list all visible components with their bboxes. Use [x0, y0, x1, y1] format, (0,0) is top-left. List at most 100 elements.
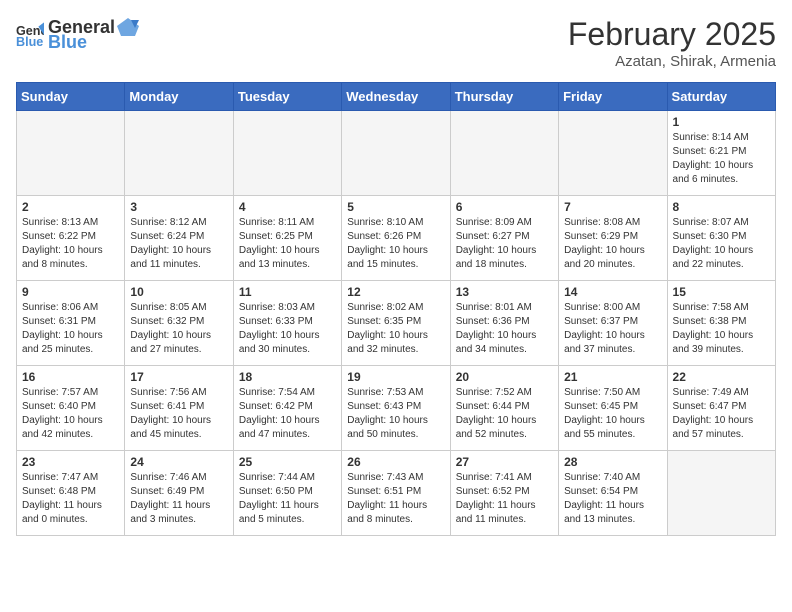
logo-icon: General Blue — [16, 21, 44, 49]
day-headers-row: SundayMondayTuesdayWednesdayThursdayFrid… — [17, 83, 776, 111]
day-info: Sunrise: 8:01 AM Sunset: 6:36 PM Dayligh… — [456, 301, 553, 357]
calendar-cell: 5Sunrise: 8:10 AM Sunset: 6:26 PM Daylig… — [342, 196, 450, 281]
calendar-cell: 19 Sunrise: 7:53 AM Sunset: 6:43 PM Dayli… — [342, 366, 450, 451]
day-info: Sunrise: 7:54 AM Sunset: 6:42 PM Dayligh… — [239, 386, 336, 442]
calendar-cell — [17, 111, 125, 196]
calendar-cell: 27 Sunrise: 7:41 AM Sunset: 6:52 PM Dayli… — [450, 451, 558, 536]
day-number: 12 — [347, 285, 444, 299]
day-number: 2 — [22, 200, 119, 214]
header: General Blue General Blue February 2025 … — [16, 16, 776, 70]
day-info: Sunrise: 7:58 AM Sunset: 6:38 PM Dayligh… — [673, 301, 770, 357]
calendar-cell: 7 Sunrise: 8:08 AM Sunset: 6:29 PM Daylig… — [559, 196, 667, 281]
calendar-cell: 12 Sunrise: 8:02 AM Sunset: 6:35 PM Dayli… — [342, 281, 450, 366]
title-area: February 2025 Azatan, Shirak, Armenia — [568, 16, 776, 70]
day-info: Sunrise: 7:52 AM Sunset: 6:44 PM Dayligh… — [456, 386, 553, 442]
calendar-cell: 17 Sunrise: 7:56 AM Sunset: 6:41 PM Dayli… — [125, 366, 233, 451]
day-number: 22 — [673, 370, 770, 384]
day-info: Sunrise: 8:05 AM Sunset: 6:32 PM Dayligh… — [130, 301, 227, 357]
calendar-cell — [342, 111, 450, 196]
day-header-monday: Monday — [125, 83, 233, 111]
week-row-2: 9 Sunrise: 8:06 AM Sunset: 6:31 PM Daylig… — [17, 281, 776, 366]
day-info: Sunrise: 8:09 AM Sunset: 6:27 PM Dayligh… — [456, 216, 553, 272]
day-info: Sunrise: 8:00 AM Sunset: 6:37 PM Dayligh… — [564, 301, 661, 357]
day-number: 21 — [564, 370, 661, 384]
calendar-cell — [125, 111, 233, 196]
day-info: Sunrise: 8:07 AM Sunset: 6:30 PM Dayligh… — [673, 216, 770, 272]
day-number: 10 — [130, 285, 227, 299]
day-number: 7 — [564, 200, 661, 214]
day-info: Sunrise: 8:08 AM Sunset: 6:29 PM Dayligh… — [564, 216, 661, 272]
day-number: 8 — [673, 200, 770, 214]
day-header-thursday: Thursday — [450, 83, 558, 111]
day-number: 6 — [456, 200, 553, 214]
subtitle: Azatan, Shirak, Armenia — [568, 53, 776, 70]
calendar-cell: 21 Sunrise: 7:50 AM Sunset: 6:45 PM Dayli… — [559, 366, 667, 451]
day-number: 13 — [456, 285, 553, 299]
day-info: Sunrise: 8:02 AM Sunset: 6:35 PM Dayligh… — [347, 301, 444, 357]
calendar-cell: 25Sunrise: 7:44 AM Sunset: 6:50 PM Dayli… — [233, 451, 341, 536]
day-info: Sunrise: 8:06 AM Sunset: 6:31 PM Dayligh… — [22, 301, 119, 357]
logo-bird-icon — [117, 16, 139, 38]
calendar-cell: 6 Sunrise: 8:09 AM Sunset: 6:27 PM Daylig… — [450, 196, 558, 281]
day-number: 11 — [239, 285, 336, 299]
calendar-cell: 28 Sunrise: 7:40 AM Sunset: 6:54 PM Dayli… — [559, 451, 667, 536]
calendar-cell — [233, 111, 341, 196]
day-number: 9 — [22, 285, 119, 299]
day-number: 27 — [456, 455, 553, 469]
day-number: 26 — [347, 455, 444, 469]
day-info: Sunrise: 7:53 AM Sunset: 6:43 PM Dayligh… — [347, 386, 444, 442]
day-number: 28 — [564, 455, 661, 469]
calendar-cell — [667, 451, 775, 536]
week-row-1: 2 Sunrise: 8:13 AM Sunset: 6:22 PM Daylig… — [17, 196, 776, 281]
day-header-saturday: Saturday — [667, 83, 775, 111]
main-title: February 2025 — [568, 16, 776, 53]
calendar-table: SundayMondayTuesdayWednesdayThursdayFrid… — [16, 82, 776, 536]
calendar-cell — [559, 111, 667, 196]
week-row-3: 16Sunrise: 7:57 AM Sunset: 6:40 PM Dayli… — [17, 366, 776, 451]
day-info: Sunrise: 8:10 AM Sunset: 6:26 PM Dayligh… — [347, 216, 444, 272]
day-header-tuesday: Tuesday — [233, 83, 341, 111]
calendar-cell: 26 Sunrise: 7:43 AM Sunset: 6:51 PM Dayli… — [342, 451, 450, 536]
day-info: Sunrise: 8:03 AM Sunset: 6:33 PM Dayligh… — [239, 301, 336, 357]
calendar-cell: 4Sunrise: 8:11 AM Sunset: 6:25 PM Daylig… — [233, 196, 341, 281]
logo: General Blue General Blue — [16, 16, 141, 53]
calendar-cell: 15 Sunrise: 7:58 AM Sunset: 6:38 PM Dayli… — [667, 281, 775, 366]
day-info: Sunrise: 8:13 AM Sunset: 6:22 PM Dayligh… — [22, 216, 119, 272]
day-info: Sunrise: 8:11 AM Sunset: 6:25 PM Dayligh… — [239, 216, 336, 272]
day-number: 18 — [239, 370, 336, 384]
day-header-sunday: Sunday — [17, 83, 125, 111]
calendar-cell: 18 Sunrise: 7:54 AM Sunset: 6:42 PM Dayli… — [233, 366, 341, 451]
day-number: 23 — [22, 455, 119, 469]
day-info: Sunrise: 7:40 AM Sunset: 6:54 PM Dayligh… — [564, 471, 661, 527]
calendar-cell: 11 Sunrise: 8:03 AM Sunset: 6:33 PM Dayli… — [233, 281, 341, 366]
calendar-cell: 9 Sunrise: 8:06 AM Sunset: 6:31 PM Daylig… — [17, 281, 125, 366]
day-number: 14 — [564, 285, 661, 299]
calendar-cell: 16Sunrise: 7:57 AM Sunset: 6:40 PM Dayli… — [17, 366, 125, 451]
day-number: 15 — [673, 285, 770, 299]
day-number: 3 — [130, 200, 227, 214]
calendar-cell: 22 Sunrise: 7:49 AM Sunset: 6:47 PM Dayli… — [667, 366, 775, 451]
day-info: Sunrise: 7:44 AM Sunset: 6:50 PM Dayligh… — [239, 471, 336, 527]
day-info: Sunrise: 7:46 AM Sunset: 6:49 PM Dayligh… — [130, 471, 227, 527]
day-info: Sunrise: 7:56 AM Sunset: 6:41 PM Dayligh… — [130, 386, 227, 442]
day-header-friday: Friday — [559, 83, 667, 111]
day-info: Sunrise: 7:41 AM Sunset: 6:52 PM Dayligh… — [456, 471, 553, 527]
day-number: 20 — [456, 370, 553, 384]
day-info: Sunrise: 7:50 AM Sunset: 6:45 PM Dayligh… — [564, 386, 661, 442]
day-number: 24 — [130, 455, 227, 469]
calendar-cell: 3Sunrise: 8:12 AM Sunset: 6:24 PM Daylig… — [125, 196, 233, 281]
day-info: Sunrise: 8:14 AM Sunset: 6:21 PM Dayligh… — [673, 131, 770, 187]
day-number: 17 — [130, 370, 227, 384]
calendar-cell: 2 Sunrise: 8:13 AM Sunset: 6:22 PM Daylig… — [17, 196, 125, 281]
day-header-wednesday: Wednesday — [342, 83, 450, 111]
day-info: Sunrise: 7:57 AM Sunset: 6:40 PM Dayligh… — [22, 386, 119, 442]
calendar-cell: 24 Sunrise: 7:46 AM Sunset: 6:49 PM Dayli… — [125, 451, 233, 536]
day-number: 19 — [347, 370, 444, 384]
svg-text:Blue: Blue — [16, 35, 43, 49]
calendar-cell: 10 Sunrise: 8:05 AM Sunset: 6:32 PM Dayli… — [125, 281, 233, 366]
calendar-cell: 23Sunrise: 7:47 AM Sunset: 6:48 PM Dayli… — [17, 451, 125, 536]
day-info: Sunrise: 7:49 AM Sunset: 6:47 PM Dayligh… — [673, 386, 770, 442]
calendar-cell: 13 Sunrise: 8:01 AM Sunset: 6:36 PM Dayli… — [450, 281, 558, 366]
week-row-4: 23Sunrise: 7:47 AM Sunset: 6:48 PM Dayli… — [17, 451, 776, 536]
day-info: Sunrise: 7:43 AM Sunset: 6:51 PM Dayligh… — [347, 471, 444, 527]
